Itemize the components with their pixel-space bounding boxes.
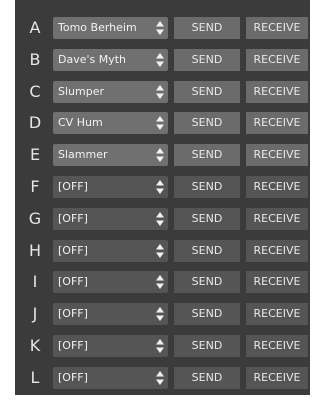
up-down-arrows-icon <box>156 148 164 162</box>
slot-letter: D <box>28 113 42 132</box>
receive-button[interactable]: RECEIVE <box>246 17 308 39</box>
slot-letter: H <box>28 241 42 260</box>
slot-letter: E <box>29 145 41 164</box>
slot-row: A Tomo Berheim SEND RECEIVE <box>15 17 310 39</box>
up-down-arrows-icon <box>156 85 164 99</box>
slot-letter: L <box>30 368 40 387</box>
send-button[interactable]: SEND <box>174 112 240 134</box>
slot-select[interactable]: Slumper <box>53 81 168 103</box>
send-button[interactable]: SEND <box>174 81 240 103</box>
slot-row: D CV Hum SEND RECEIVE <box>15 112 310 134</box>
slot-select-value: Dave's Myth <box>58 53 127 66</box>
slot-row: L [OFF] SEND RECEIVE <box>15 367 310 389</box>
up-down-arrows-icon <box>156 244 164 258</box>
slot-letter: J <box>32 304 38 323</box>
send-button[interactable]: SEND <box>174 240 240 262</box>
send-button[interactable]: SEND <box>174 367 240 389</box>
receive-button[interactable]: RECEIVE <box>246 271 308 293</box>
receive-button[interactable]: RECEIVE <box>246 367 308 389</box>
send-button[interactable]: SEND <box>174 303 240 325</box>
slot-row: E Slammer SEND RECEIVE <box>15 144 310 166</box>
slot-select[interactable]: Dave's Myth <box>53 49 168 71</box>
up-down-arrows-icon <box>156 275 164 289</box>
send-button[interactable]: SEND <box>174 208 240 230</box>
slot-row: G [OFF] SEND RECEIVE <box>15 208 310 230</box>
slot-select-value: [OFF] <box>58 371 88 384</box>
up-down-arrows-icon <box>156 339 164 353</box>
slot-select[interactable]: [OFF] <box>53 367 168 389</box>
slot-row: C Slumper SEND RECEIVE <box>15 81 310 103</box>
up-down-arrows-icon <box>156 21 164 35</box>
up-down-arrows-icon <box>156 212 164 226</box>
slot-letter: K <box>29 336 41 355</box>
slot-letter: B <box>29 50 41 69</box>
send-button[interactable]: SEND <box>174 176 240 198</box>
receive-button[interactable]: RECEIVE <box>246 335 308 357</box>
slot-letter: G <box>28 209 42 228</box>
receive-button[interactable]: RECEIVE <box>246 112 308 134</box>
slot-row: J [OFF] SEND RECEIVE <box>15 303 310 325</box>
up-down-arrows-icon <box>156 307 164 321</box>
receive-button[interactable]: RECEIVE <box>246 176 308 198</box>
slot-select[interactable]: Tomo Berheim <box>53 17 168 39</box>
up-down-arrows-icon <box>156 180 164 194</box>
slot-select[interactable]: [OFF] <box>53 208 168 230</box>
send-button[interactable]: SEND <box>174 49 240 71</box>
send-button[interactable]: SEND <box>174 271 240 293</box>
slot-select-value: [OFF] <box>58 275 88 288</box>
slot-letter: A <box>29 18 41 37</box>
slot-select[interactable]: [OFF] <box>53 240 168 262</box>
slot-letter: C <box>29 82 41 101</box>
slot-select-value: Slammer <box>58 148 108 161</box>
receive-button[interactable]: RECEIVE <box>246 303 308 325</box>
slot-panel: A Tomo Berheim SEND RECEIVE B Dave's Myth SEND… <box>15 0 310 395</box>
slot-letter: F <box>30 177 40 196</box>
receive-button[interactable]: RECEIVE <box>246 49 308 71</box>
receive-button[interactable]: RECEIVE <box>246 144 308 166</box>
slot-select-value: [OFF] <box>58 244 88 257</box>
slot-select[interactable]: [OFF] <box>53 303 168 325</box>
slot-row: F [OFF] SEND RECEIVE <box>15 176 310 198</box>
up-down-arrows-icon <box>156 53 164 67</box>
up-down-arrows-icon <box>156 371 164 385</box>
slot-select-value: Tomo Berheim <box>58 21 137 34</box>
receive-button[interactable]: RECEIVE <box>246 208 308 230</box>
up-down-arrows-icon <box>156 116 164 130</box>
send-button[interactable]: SEND <box>174 335 240 357</box>
slot-select-value: CV Hum <box>58 116 103 129</box>
slot-select-value: [OFF] <box>58 180 88 193</box>
receive-button[interactable]: RECEIVE <box>246 240 308 262</box>
slot-row: K [OFF] SEND RECEIVE <box>15 335 310 357</box>
slot-letter: I <box>32 272 38 291</box>
slot-select-value: Slumper <box>58 85 104 98</box>
slot-select[interactable]: [OFF] <box>53 176 168 198</box>
slot-select[interactable]: Slammer <box>53 144 168 166</box>
slot-row: B Dave's Myth SEND RECEIVE <box>15 49 310 71</box>
send-button[interactable]: SEND <box>174 144 240 166</box>
slot-select-value: [OFF] <box>58 212 88 225</box>
slot-row: I [OFF] SEND RECEIVE <box>15 271 310 293</box>
slot-select-value: [OFF] <box>58 307 88 320</box>
slot-select[interactable]: CV Hum <box>53 112 168 134</box>
slot-row: H [OFF] SEND RECEIVE <box>15 240 310 262</box>
slot-select[interactable]: [OFF] <box>53 335 168 357</box>
receive-button[interactable]: RECEIVE <box>246 81 308 103</box>
send-button[interactable]: SEND <box>174 17 240 39</box>
slot-select[interactable]: [OFF] <box>53 271 168 293</box>
slot-select-value: [OFF] <box>58 339 88 352</box>
